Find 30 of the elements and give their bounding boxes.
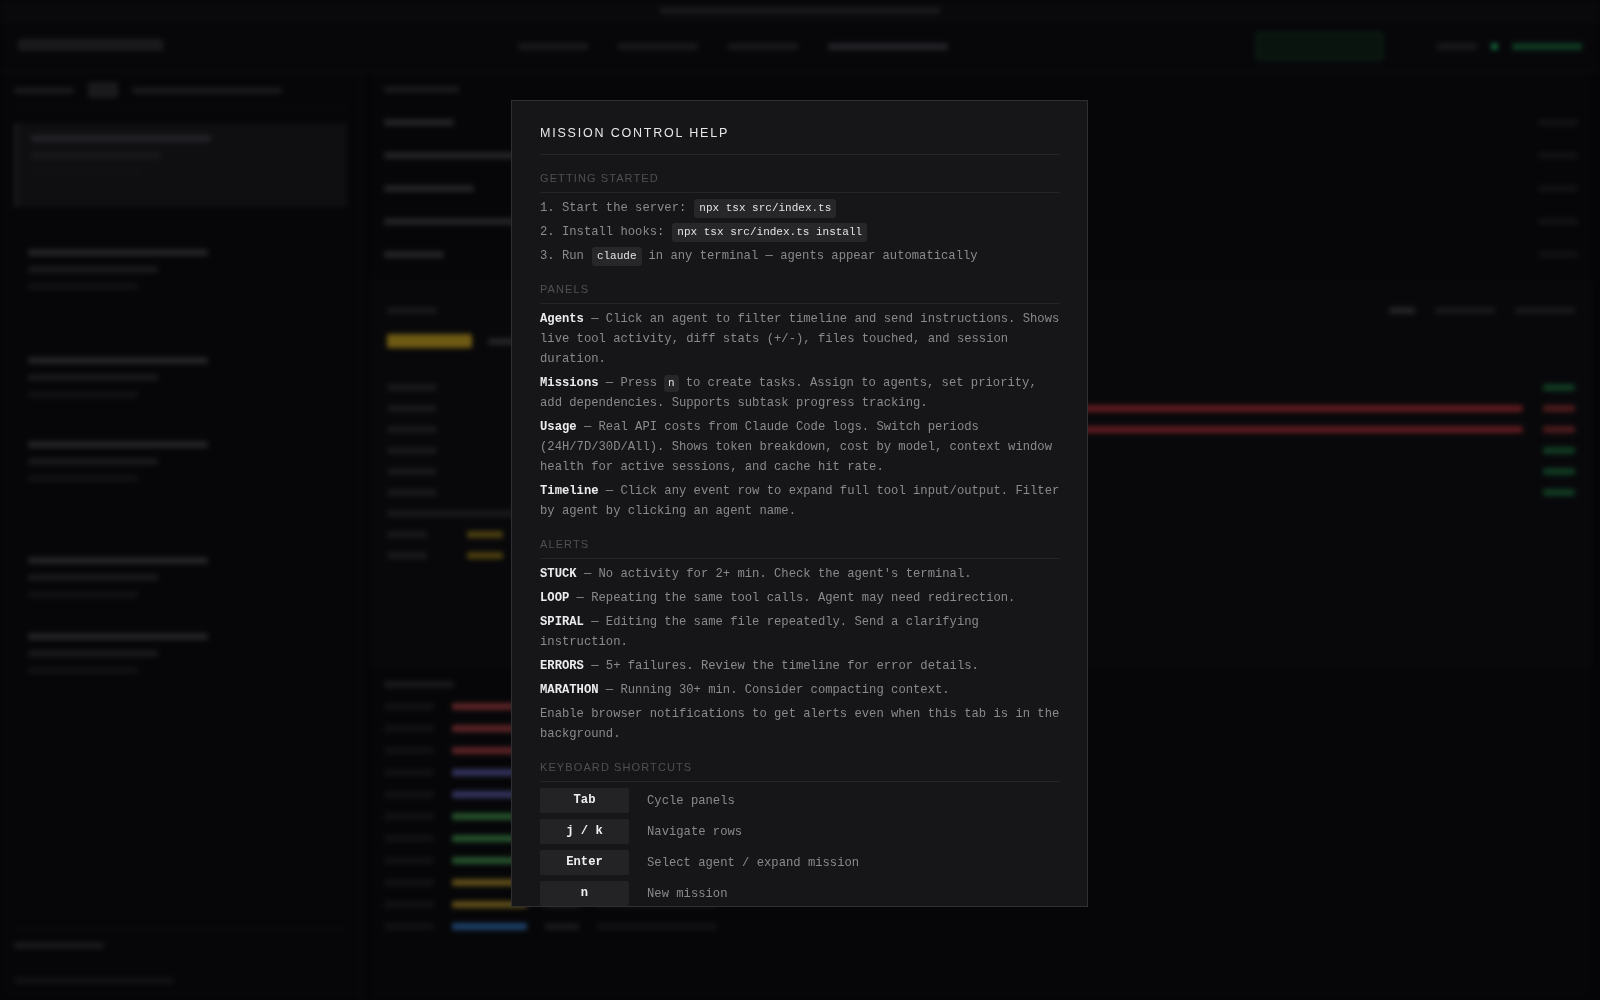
- code-snippet: claude: [591, 247, 642, 266]
- shortcut-description: New mission: [647, 885, 728, 903]
- shortcut-key: Enter: [540, 850, 629, 875]
- help-text: 1. Start the server:: [540, 201, 687, 215]
- code-snippet: npx tsx src/index.ts install: [672, 223, 868, 242]
- help-text: Timeline — Click any event row to expand full tool input/output. Filter by agent by clicking an agent name.: [540, 483, 1060, 520]
- help-text: MARATHON — Running 30+ min. Consider compacting context.: [540, 682, 951, 699]
- help-text: Usage — Real API costs from Claude Code logs. Switch periods (24H/7D/30D/All). Shows token breakdown, cost by model, context window health for active sessions, and cache hit rate.: [540, 419, 1053, 476]
- section-heading: KEYBOARD SHORTCUTS: [540, 760, 1060, 782]
- help-text: Missions — Press n to create tasks. Assign to agents, set priority, add dependencies. Supports subtask progress tracking.: [540, 374, 1038, 412]
- shortcut-key: j / k: [540, 819, 629, 844]
- help-text: STUCK — No activity for 2+ min. Check the agent's terminal.: [540, 566, 973, 583]
- help-title: MISSION CONTROL HELP: [540, 125, 1060, 155]
- help-text: Enable browser notifications to get alerts even when this tab is in the background.: [540, 706, 1060, 743]
- section-heading: ALERTS: [540, 537, 1060, 559]
- shortcut-key: n: [540, 881, 629, 906]
- shortcut-description: Select agent / expand mission: [647, 854, 860, 872]
- section-heading: PANELS: [540, 282, 1060, 304]
- help-text: LOOP — Repeating the same tool calls. Agent may need redirection.: [540, 590, 1017, 607]
- help-text: 2. Install hooks:: [540, 225, 665, 239]
- help-text: 3. Run: [540, 249, 584, 263]
- help-text: in any terminal — agents appear automatically: [648, 249, 978, 263]
- help-text: ERRORS — 5+ failures. Review the timeline for error details.: [540, 658, 980, 675]
- code-snippet: npx tsx src/index.ts: [694, 199, 837, 218]
- shortcut-key: Tab: [540, 788, 629, 813]
- section-heading: GETTING STARTED: [540, 171, 1060, 193]
- shortcut-description: Navigate rows: [647, 823, 743, 841]
- help-text: SPIRAL — Editing the same file repeatedly. Send a clarifying instruction.: [540, 614, 980, 651]
- shortcut-description: Cycle panels: [647, 792, 735, 810]
- help-text: Agents — Click an agent to filter timeline and send instructions. Shows live tool activity, diff stats (+/-), files touched, and session duration.: [540, 311, 1060, 368]
